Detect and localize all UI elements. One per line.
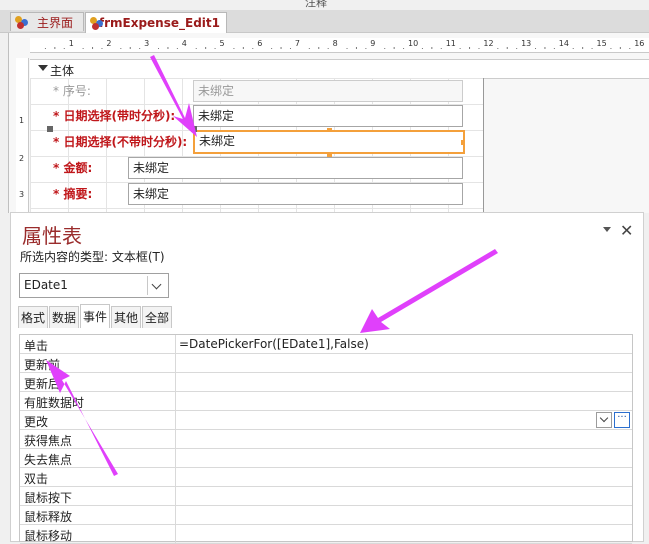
tab-main-form[interactable]: 主界面 bbox=[10, 12, 84, 31]
control-selector-value: EDate1 bbox=[24, 278, 68, 292]
property-value[interactable] bbox=[175, 468, 632, 486]
ruler-number: 1 bbox=[68, 39, 74, 48]
ruler-number: 2 bbox=[106, 39, 112, 48]
panel-menu-icon[interactable] bbox=[603, 227, 611, 232]
document-tab-strip: 主界面 frmExpense_Edit1 bbox=[0, 10, 649, 33]
ruler-ticks bbox=[44, 47, 631, 49]
tab-data[interactable]: 数据 bbox=[49, 306, 79, 328]
chevron-down-icon[interactable] bbox=[596, 412, 612, 428]
builder-ellipsis-button[interactable]: ··· bbox=[614, 412, 630, 428]
ruler-number: 14 bbox=[558, 39, 569, 48]
ruler-number: 8 bbox=[332, 39, 338, 48]
tab-other[interactable]: 其他 bbox=[111, 306, 141, 328]
resize-handle[interactable] bbox=[461, 140, 465, 145]
property-row-mouse-down[interactable]: 鼠标按下 bbox=[20, 487, 632, 506]
property-name: 更新后 bbox=[24, 377, 61, 391]
property-row-on-dirty[interactable]: 有脏数据时 bbox=[20, 392, 632, 411]
move-handle[interactable] bbox=[191, 126, 197, 132]
ruler-number: 4 bbox=[181, 39, 187, 48]
property-value[interactable]: =DatePickerFor([EDate1],False) bbox=[175, 335, 632, 353]
property-name: 单击 bbox=[24, 339, 49, 353]
property-sheet-title: 属性表 bbox=[22, 224, 82, 248]
ruler-number: 10 bbox=[408, 39, 419, 48]
property-value[interactable] bbox=[175, 392, 632, 410]
chevron-down-icon[interactable] bbox=[147, 276, 166, 295]
ruler-number: 5 bbox=[219, 39, 225, 48]
property-row-lost-focus[interactable]: 失去焦点 bbox=[20, 449, 632, 468]
property-row-got-focus[interactable]: 获得焦点 bbox=[20, 430, 632, 449]
tab-all[interactable]: 全部 bbox=[142, 306, 172, 328]
collapse-triangle-icon[interactable] bbox=[38, 65, 48, 71]
property-name: 获得焦点 bbox=[24, 434, 73, 448]
form-icon bbox=[90, 16, 103, 30]
resize-handle[interactable] bbox=[327, 153, 332, 157]
move-handle[interactable] bbox=[47, 126, 53, 132]
property-value[interactable] bbox=[175, 373, 632, 391]
property-name: 有脏数据时 bbox=[24, 396, 85, 410]
property-grid: 单击 =DatePickerFor([EDate1],False) 更新前 更新… bbox=[19, 334, 633, 544]
property-row-after-update[interactable]: 更新后 bbox=[20, 373, 632, 392]
ruler-number: 7 bbox=[294, 39, 300, 48]
ruler-number: 11 bbox=[445, 39, 456, 48]
property-value[interactable] bbox=[175, 430, 632, 448]
property-name: 更改 bbox=[24, 415, 49, 429]
property-row-mouse-up[interactable]: 鼠标释放 bbox=[20, 506, 632, 525]
property-name: 更新前 bbox=[24, 358, 61, 372]
field-textbox-amount[interactable]: 未绑定 bbox=[128, 157, 463, 179]
property-name: 鼠标按下 bbox=[24, 491, 73, 505]
ruler-number: 9 bbox=[370, 39, 376, 48]
vruler-number: 1 bbox=[19, 116, 25, 125]
tab-format[interactable]: 格式 bbox=[18, 306, 48, 328]
tab-frmexpense-edit1[interactable]: frmExpense_Edit1 bbox=[85, 12, 227, 33]
ruler-number: 12 bbox=[483, 39, 494, 48]
ruler-number: 6 bbox=[257, 39, 263, 48]
selection-type-label: 所选内容的类型: 文本框(T) bbox=[20, 250, 165, 264]
property-value[interactable] bbox=[175, 487, 632, 505]
section-label: 主体 bbox=[50, 64, 75, 78]
field-label-seq[interactable]: * 序号: bbox=[50, 80, 130, 102]
property-value[interactable] bbox=[175, 506, 632, 524]
vruler-number: 2 bbox=[19, 154, 25, 163]
vruler-number: 3 bbox=[19, 190, 25, 199]
tab-event[interactable]: 事件 bbox=[80, 304, 110, 328]
property-row-mouse-move[interactable]: 鼠标移动 bbox=[20, 525, 632, 544]
field-textbox-date-with-time[interactable]: 未绑定 bbox=[193, 105, 463, 127]
field-textbox-seq[interactable]: 未绑定 bbox=[193, 80, 463, 102]
ruler-number: 3 bbox=[144, 39, 150, 48]
property-name: 双击 bbox=[24, 472, 49, 486]
property-row-before-update[interactable]: 更新前 bbox=[20, 354, 632, 373]
horizontal-ruler: 1 2 3 4 5 6 7 8 9 10 11 12 13 14 15 16 bbox=[30, 38, 649, 53]
property-value[interactable] bbox=[175, 449, 632, 467]
form-icon bbox=[15, 15, 31, 29]
vertical-ruler: 1 2 3 bbox=[16, 58, 29, 218]
ruler-number: 13 bbox=[521, 39, 532, 48]
property-name: 鼠标移动 bbox=[24, 529, 73, 543]
property-name: 鼠标释放 bbox=[24, 510, 73, 524]
tab-label: frmExpense_Edit1 bbox=[98, 16, 220, 30]
window-title: 注释 bbox=[305, 0, 327, 9]
property-row-double-click[interactable]: 双击 bbox=[20, 468, 632, 487]
property-value[interactable] bbox=[175, 354, 632, 372]
field-textbox-summary[interactable]: 未绑定 bbox=[128, 183, 463, 205]
design-grid[interactable]: * 序号: 未绑定 * 日期选择(带时分秒): 未绑定 * 日期选择(不带时分秒… bbox=[30, 78, 484, 218]
field-label-date-with-time[interactable]: * 日期选择(带时分秒): bbox=[50, 105, 192, 127]
ruler-number: 16 bbox=[634, 39, 645, 48]
resize-handle[interactable] bbox=[327, 128, 332, 132]
tab-label: 主界面 bbox=[37, 15, 74, 30]
field-label-date-no-time[interactable]: * 日期选择(不带时分秒): bbox=[50, 131, 192, 153]
ruler-number: 15 bbox=[596, 39, 607, 48]
property-row-change[interactable]: 更改 ··· bbox=[20, 411, 632, 430]
property-value[interactable] bbox=[175, 525, 632, 543]
property-row-click[interactable]: 单击 =DatePickerFor([EDate1],False) bbox=[20, 335, 632, 354]
close-icon[interactable]: ✕ bbox=[620, 221, 633, 240]
section-header-detail[interactable]: 主体 bbox=[30, 59, 649, 79]
field-label-amount[interactable]: * 金额: bbox=[50, 157, 128, 179]
field-textbox-edate1-selected[interactable]: 未绑定 bbox=[193, 130, 465, 154]
control-selector-combobox[interactable]: EDate1 bbox=[19, 273, 169, 298]
window-title-bar: 注释 bbox=[0, 0, 649, 10]
field-label-summary[interactable]: * 摘要: bbox=[50, 183, 128, 205]
property-name: 失去焦点 bbox=[24, 453, 73, 467]
property-value[interactable] bbox=[175, 411, 632, 429]
